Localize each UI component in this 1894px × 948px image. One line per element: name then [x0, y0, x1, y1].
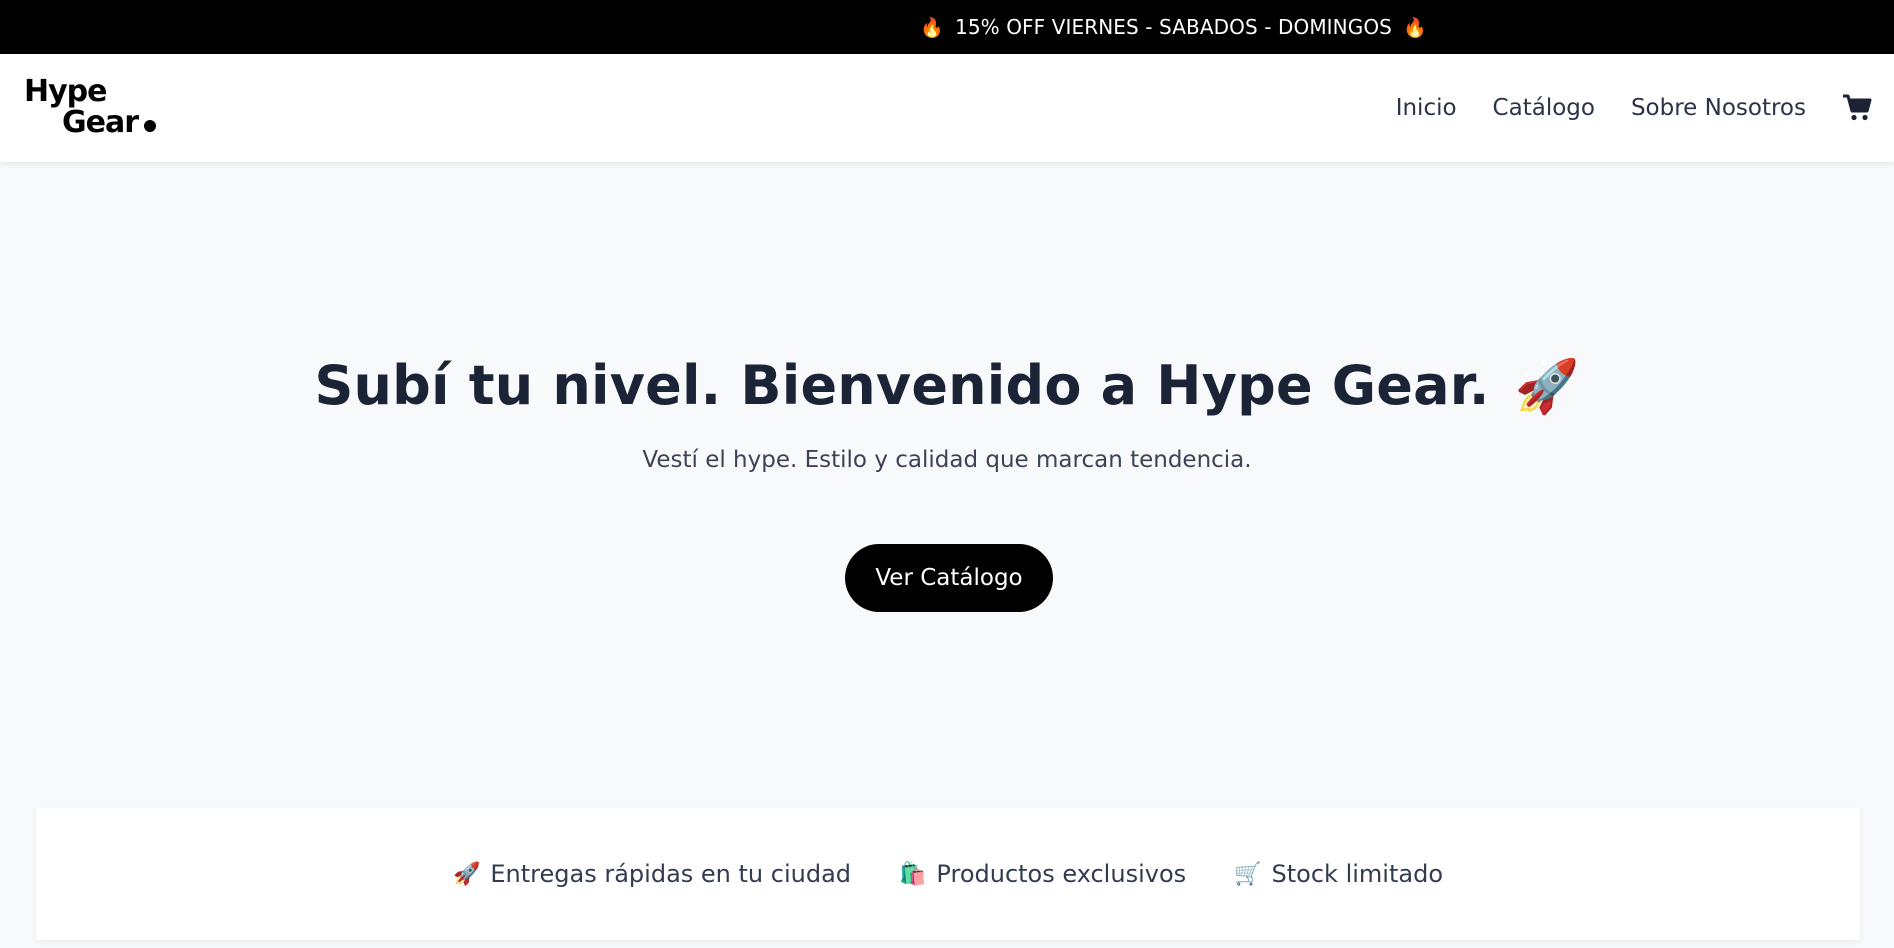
feature-label: Stock limitado [1271, 860, 1443, 888]
shopping-cart-icon: 🛒 [1234, 861, 1262, 887]
feature-label: Productos exclusivos [936, 860, 1187, 888]
promo-text: 15% OFF VIERNES - SABADOS - DOMINGOS [955, 15, 1392, 39]
logo-dot [144, 120, 157, 132]
hero-title-text: Subí tu nivel. Bienvenido a Hype Gear. [314, 354, 1490, 417]
shopping-bag-icon: 🛍️ [899, 861, 927, 887]
nav-catalogo[interactable]: Catálogo [1493, 95, 1595, 121]
site-header: Hype Gear Inicio Catálogo Sobre Nosotros [0, 54, 1894, 162]
features-strip: 🚀 Entregas rápidas en tu ciudad 🛍️ Produ… [36, 808, 1860, 940]
nav-inicio[interactable]: Inicio [1396, 95, 1457, 121]
feature-item: 🛒 Stock limitado [1234, 860, 1443, 888]
promo-bar: 🔥 15% OFF VIERNES - SABADOS - DOMINGOS 🔥 [0, 0, 1894, 54]
hero-subtitle: Vestí el hype. Estilo y calidad que marc… [642, 447, 1252, 473]
logo-line-2: Gear [62, 105, 139, 140]
ver-catalogo-button[interactable]: Ver Catálogo [845, 544, 1053, 612]
nav-sobre-nosotros[interactable]: Sobre Nosotros [1631, 95, 1806, 121]
main-nav: Inicio Catálogo Sobre Nosotros [1396, 54, 1894, 162]
shopping-cart-icon[interactable] [1842, 93, 1872, 123]
promo-banner: 🔥 15% OFF VIERNES - SABADOS - DOMINGOS 🔥 [0, 0, 1894, 54]
logo[interactable]: Hype Gear [24, 74, 157, 140]
feature-label: Entregas rápidas en tu ciudad [490, 860, 852, 888]
rocket-icon: 🚀 [452, 861, 481, 887]
feature-item: 🛍️ Productos exclusivos [899, 860, 1186, 888]
fire-icon: 🔥 [920, 16, 944, 39]
feature-item: 🚀 Entregas rápidas en tu ciudad [453, 860, 851, 888]
rocket-icon: 🚀 [1514, 357, 1580, 417]
hero-title: Subí tu nivel. Bienvenido a Hype Gear. 🚀 [0, 354, 1894, 417]
fire-icon: 🔥 [1402, 16, 1427, 39]
logo-line-1: Hype [24, 74, 107, 109]
